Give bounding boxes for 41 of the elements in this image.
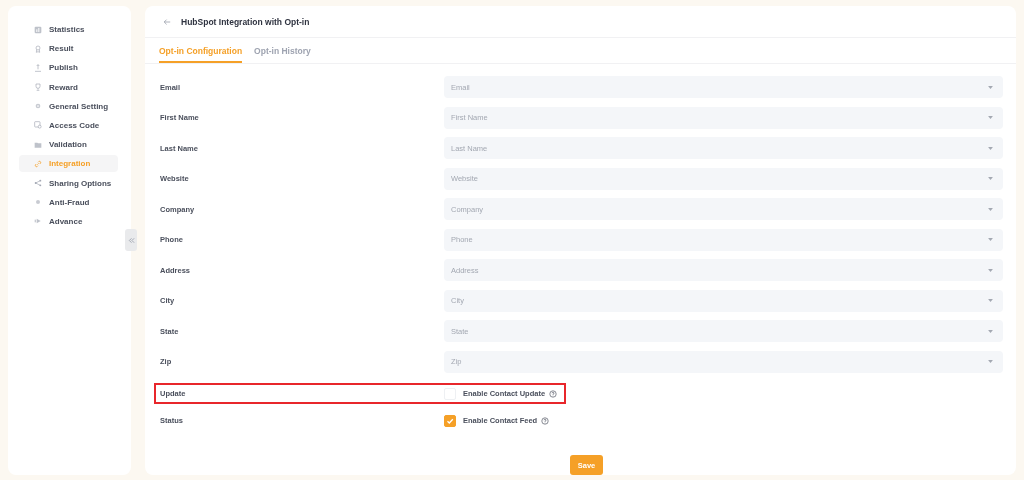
gear-icon (34, 102, 42, 111)
tab[interactable]: Opt-in Configuration (159, 38, 243, 63)
sidebar-item[interactable]: Reward (19, 78, 118, 96)
help-icon[interactable] (541, 416, 550, 425)
checkbox[interactable] (444, 414, 456, 427)
chart-icon (34, 25, 42, 34)
caret-icon (988, 177, 993, 181)
caret-icon (988, 238, 993, 242)
double-chevron-icon (127, 236, 135, 244)
sidebar-item[interactable]: Result (19, 40, 118, 58)
caret-icon (988, 85, 993, 89)
upload-icon (34, 63, 42, 72)
caret-icon (988, 299, 993, 303)
caret-icon (988, 116, 993, 120)
sidebar-item[interactable]: Publish (19, 59, 118, 77)
code-icon (34, 121, 42, 130)
caret-icon (988, 268, 993, 272)
sidebar-item[interactable]: General Setting (19, 97, 118, 115)
shield-icon (34, 198, 42, 207)
sidebar-item[interactable]: Access Code (19, 116, 118, 134)
folder-icon (34, 140, 42, 149)
collapse-button[interactable] (125, 229, 137, 251)
play-icon (34, 217, 42, 226)
sidebar-item[interactable]: Integration (19, 155, 118, 173)
sidebar-item[interactable]: Advance (19, 212, 118, 230)
caret-icon (988, 329, 993, 333)
trophy-icon (34, 83, 42, 92)
back-arrow-icon[interactable] (163, 17, 171, 26)
sidebar-item[interactable]: Sharing Options (19, 174, 118, 192)
share-icon (34, 179, 42, 187)
page-title: HubSpot Integration with Opt-in (181, 16, 310, 27)
caret-icon (988, 360, 993, 364)
sidebar-item[interactable]: Statistics (19, 21, 118, 38)
caret-icon (988, 146, 993, 150)
help-icon[interactable] (549, 389, 558, 398)
tab[interactable]: Opt-in History (254, 38, 311, 63)
sidebar-item[interactable]: Anti-Fraud (19, 193, 118, 211)
caret-icon (988, 207, 993, 211)
link-icon (34, 159, 42, 168)
badge-icon (34, 44, 42, 53)
sidebar-item[interactable]: Validation (19, 136, 118, 154)
